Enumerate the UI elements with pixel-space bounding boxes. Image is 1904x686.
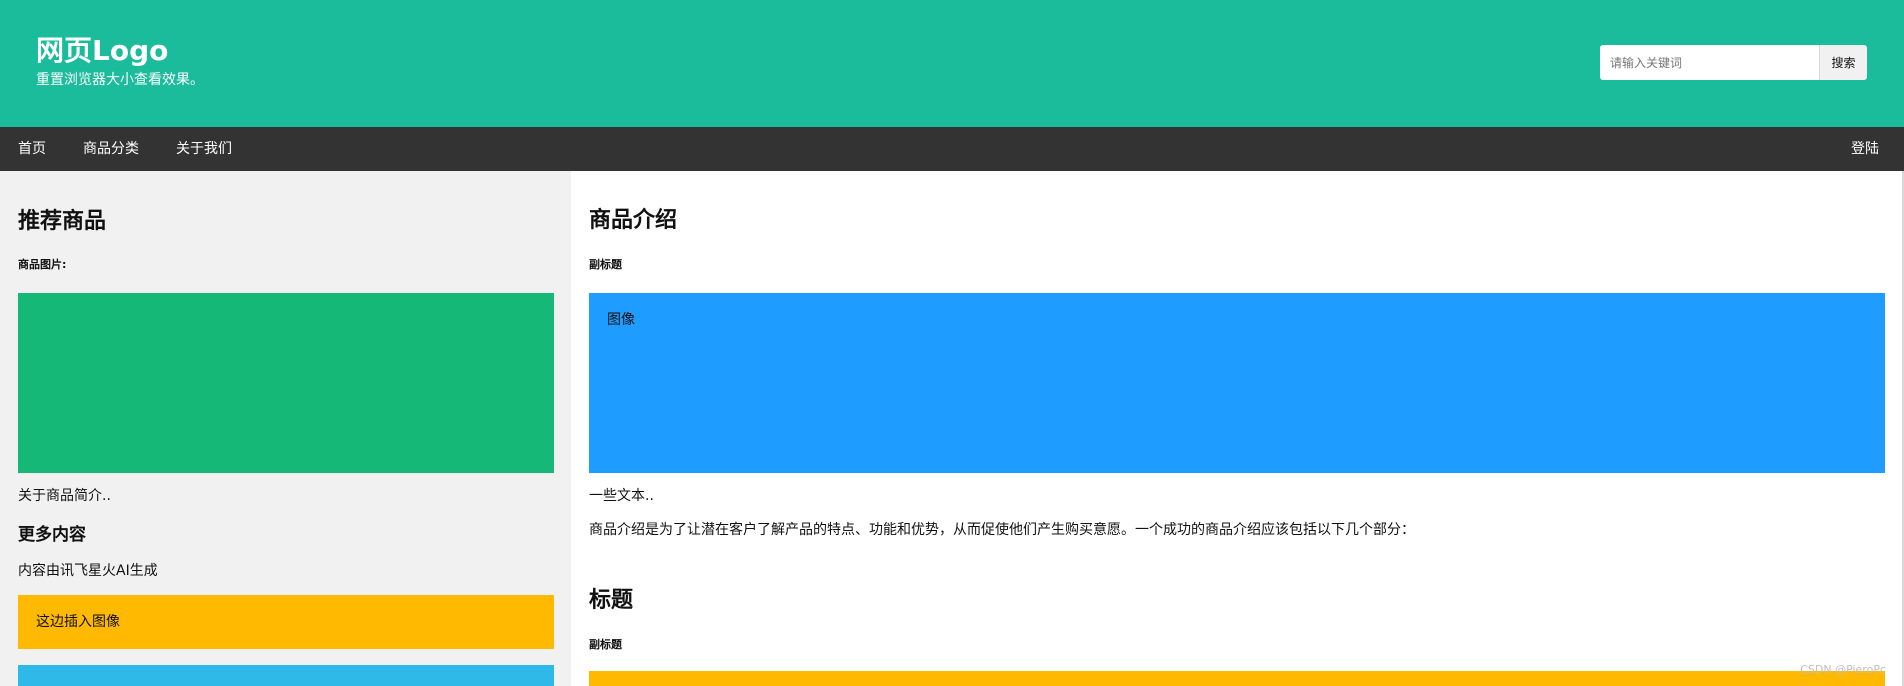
- section-subtitle: 副标题: [589, 638, 622, 651]
- ai-generated-note: 内容由讯飞星火AI生成: [18, 563, 158, 579]
- section-title: 标题: [589, 588, 634, 613]
- more-content-title: 更多内容: [18, 525, 86, 545]
- nav-home-link[interactable]: 首页: [18, 127, 46, 171]
- search-button[interactable]: 搜索: [1819, 45, 1867, 80]
- nav-about-link[interactable]: 关于我们: [176, 127, 232, 171]
- site-header: 网页Logo 重置浏览器大小查看效果。 搜索: [0, 0, 1904, 127]
- main-content: 商品介绍 副标题 图像 一些文本.. 商品介绍是为了让潜在客户了解产品的特点、功…: [571, 171, 1904, 686]
- search-input[interactable]: [1600, 45, 1819, 80]
- insert-image-text: 这边插入图像: [36, 614, 120, 630]
- sidebar-title: 推荐商品: [18, 209, 107, 234]
- watermark: CSDN @PieroPc: [1800, 663, 1886, 676]
- main-subtitle: 副标题: [589, 258, 622, 271]
- main-navigation: 首页 商品分类 关于我们 登陆: [0, 127, 1904, 171]
- main-image-block: 图像: [589, 293, 1885, 473]
- nav-category-link[interactable]: 商品分类: [83, 127, 139, 171]
- section-yellow-block: [589, 671, 1885, 686]
- product-image-placeholder: [18, 293, 554, 473]
- insert-image-block: 这边插入图像: [18, 595, 554, 649]
- product-summary: 关于商品简介..: [18, 488, 111, 504]
- main-text-short: 一些文本..: [589, 488, 654, 504]
- product-image-label: 商品图片:: [18, 258, 67, 271]
- site-logo[interactable]: 网页Logo: [36, 35, 168, 67]
- blue-content-block: [18, 665, 554, 686]
- sidebar-column: 推荐商品 商品图片: 关于商品简介.. 更多内容 内容由讯飞星火AI生成 这边插…: [0, 171, 571, 686]
- site-tagline: 重置浏览器大小查看效果。: [36, 72, 204, 88]
- main-title: 商品介绍: [589, 208, 678, 233]
- main-image-label: 图像: [607, 312, 635, 328]
- search-form: 搜索: [1600, 45, 1867, 80]
- main-text-intro: 商品介绍是为了让潜在客户了解产品的特点、功能和优势，从而促使他们产生购买意愿。一…: [589, 522, 1415, 538]
- login-link[interactable]: 登陆: [1851, 127, 1879, 171]
